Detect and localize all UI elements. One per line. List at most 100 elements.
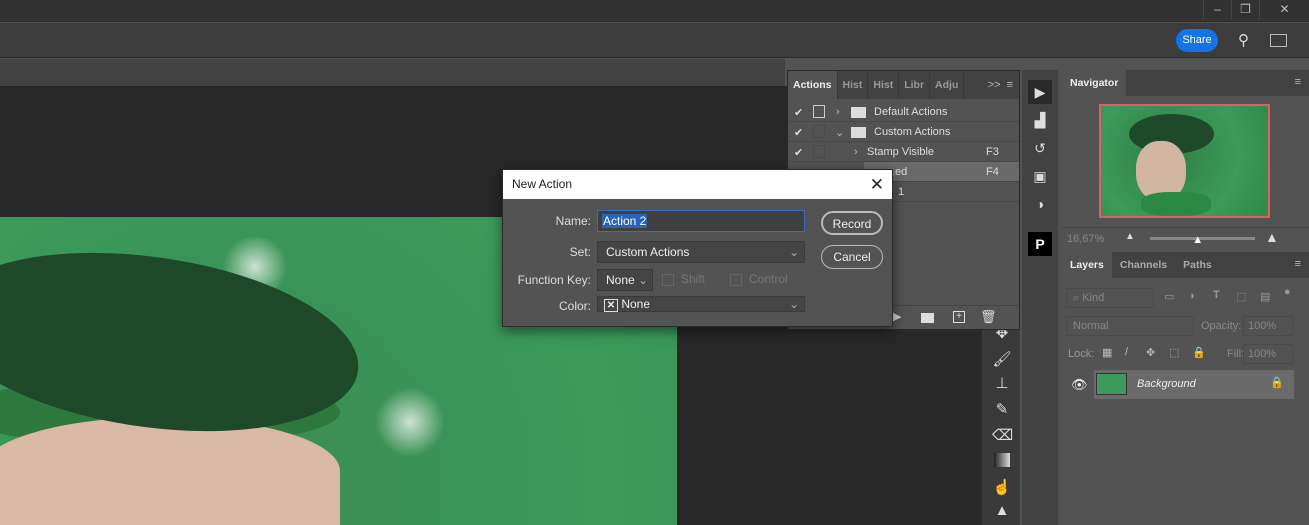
zoom-out-icon[interactable]: ▲ <box>1125 231 1135 242</box>
lock-all-icon[interactable]: 🔒 <box>1192 346 1206 359</box>
check-icon[interactable]: ✔ <box>794 126 803 139</box>
folder-icon <box>851 127 866 138</box>
tab-adjustments[interactable]: Adju <box>930 71 965 99</box>
document-tabs <box>0 59 785 86</box>
image-filter-icon[interactable]: ▭ <box>1164 290 1174 303</box>
lock-position-icon[interactable]: ✥ <box>1146 346 1155 359</box>
action-label: Default Actions <box>874 106 948 118</box>
layer-name[interactable]: Background <box>1137 378 1196 390</box>
set-label: Set: <box>569 245 591 259</box>
plugin-icon[interactable]: P <box>1028 232 1052 256</box>
tab-actions[interactable]: Actions <box>788 71 838 99</box>
play-icon[interactable]: ▶ <box>893 310 901 323</box>
folder-icon <box>851 107 866 118</box>
dialog-toggle[interactable] <box>813 145 825 158</box>
name-label: Name: <box>555 214 591 228</box>
chevron-down-icon[interactable]: ⌄ <box>835 126 844 139</box>
stamp-tool-icon[interactable]: ⊥ <box>992 374 1012 394</box>
dialog-toggle[interactable] <box>813 105 825 118</box>
fill-label: Fill: <box>1227 348 1245 360</box>
control-checkbox[interactable] <box>730 274 742 286</box>
adjustment-filter-icon[interactable]: ◑ <box>1188 290 1195 302</box>
tab-history[interactable]: Hist <box>838 71 869 99</box>
actions-play-icon[interactable]: ▶ <box>1028 80 1052 104</box>
panel-icon-strip: ▶ ▟ ↺ ▣ ◑ P <box>1022 70 1058 525</box>
history-brush-icon[interactable]: ✎ <box>992 400 1012 420</box>
record-button[interactable]: Record <box>821 211 883 235</box>
minimize-button[interactable]: – <box>1203 0 1231 20</box>
name-input[interactable]: Action 2 <box>597 210 805 232</box>
new-action-dialog: New Action ✕ Name: Action 2 Set: Custom A… <box>502 169 893 327</box>
toolbar: ✥ 🖌 ⊥ ✎ ⌫ ☝ ▲ <box>980 320 1020 525</box>
action-row[interactable]: ✔ › Stamp Visible F3 <box>788 142 1019 162</box>
zoom-in-icon[interactable]: ▲ <box>1265 229 1279 245</box>
zoom-slider-thumb[interactable]: ▲ <box>1192 234 1203 246</box>
restore-button[interactable]: ❐ <box>1231 0 1259 20</box>
histogram-icon[interactable]: ▟ <box>1028 108 1052 132</box>
zoom-level[interactable]: 16,67% <box>1067 233 1104 245</box>
tab-channels[interactable]: Channels <box>1112 252 1175 278</box>
function-key-value: None <box>606 273 635 287</box>
action-set-row[interactable]: ✔ › Default Actions <box>788 102 1019 122</box>
chevron-right-icon[interactable]: › <box>836 106 840 118</box>
title-bar: – ❐ ✕ <box>0 0 1309 22</box>
layer-filter-select[interactable]: ⌕ Kind <box>1066 288 1154 308</box>
new-action-icon[interactable]: + <box>953 311 965 323</box>
color-value: None <box>621 297 651 311</box>
name-value: Action 2 <box>602 214 648 228</box>
dialog-toggle[interactable] <box>813 125 825 138</box>
tab-history-2[interactable]: Hist <box>868 71 900 99</box>
navigator-panel: Navigator ≡ 16,67% ▲ ▲ ▲ <box>1062 70 1309 250</box>
set-select[interactable]: Custom Actions ⌄ <box>597 241 805 263</box>
tab-layers[interactable]: Layers <box>1062 252 1112 278</box>
close-icon[interactable]: ✕ <box>870 170 884 199</box>
share-button[interactable]: Share <box>1176 29 1218 52</box>
workspace-icon[interactable] <box>1270 34 1287 47</box>
shift-checkbox[interactable] <box>662 274 674 286</box>
shape-filter-icon[interactable]: ⬚ <box>1236 290 1246 303</box>
sharpen-tool-icon[interactable]: ▲ <box>992 502 1012 522</box>
panel-menu-icon[interactable]: ≡ <box>1287 252 1309 278</box>
no-color-icon: ✕ <box>604 299 618 312</box>
tab-paths[interactable]: Paths <box>1175 252 1220 278</box>
check-icon[interactable]: ✔ <box>794 146 803 159</box>
panel-menu-icon[interactable]: ≡ <box>1007 79 1019 91</box>
cancel-button[interactable]: Cancel <box>821 245 883 269</box>
action-key: F4 <box>986 166 999 178</box>
layer-row[interactable]: Background 🔒 <box>1094 370 1294 399</box>
navigator-preview[interactable] <box>1099 104 1270 218</box>
smartobject-filter-icon[interactable]: ▤ <box>1260 290 1270 303</box>
search-icon[interactable]: ⚲ <box>1238 31 1258 51</box>
visibility-eye-icon[interactable]: 👁 <box>1071 377 1088 393</box>
filter-toggle-icon[interactable]: ● <box>1284 286 1291 298</box>
panel-overflow-button[interactable]: >> <box>988 79 1007 91</box>
adjustments-icon[interactable]: ◑ <box>1028 192 1052 216</box>
color-select[interactable]: ✕ None ⌄ <box>597 296 805 312</box>
action-key: F3 <box>986 146 999 158</box>
panel-menu-icon[interactable]: ≡ <box>1287 70 1309 96</box>
function-key-select[interactable]: None ⌄ <box>597 269 653 291</box>
check-icon[interactable]: ✔ <box>794 106 803 119</box>
smudge-tool-icon[interactable]: ☝ <box>992 478 1012 498</box>
lock-transparent-icon[interactable]: ▦ <box>1102 346 1112 359</box>
action-set-row[interactable]: ✔ ⌄ Custom Actions <box>788 122 1019 142</box>
trash-icon[interactable]: 🗑 <box>980 309 997 325</box>
brush-tool-icon[interactable]: 🖌 <box>992 350 1012 370</box>
lock-artboard-icon[interactable]: ⬚ <box>1169 346 1179 359</box>
close-window-button[interactable]: ✕ <box>1259 0 1309 20</box>
type-filter-icon[interactable]: T <box>1213 289 1220 301</box>
tab-libraries[interactable]: Libr <box>899 71 931 99</box>
opacity-input[interactable]: 100% <box>1243 316 1293 336</box>
gradient-tool-icon[interactable] <box>994 453 1010 467</box>
blend-mode-select[interactable]: Normal <box>1066 316 1194 336</box>
chevron-right-icon[interactable]: › <box>854 146 858 158</box>
history-icon[interactable]: ↺ <box>1028 136 1052 160</box>
eraser-tool-icon[interactable]: ⌫ <box>992 426 1013 446</box>
new-set-folder-icon[interactable] <box>921 313 934 323</box>
options-bar: Share ⚲ <box>0 23 1309 58</box>
tab-navigator[interactable]: Navigator <box>1062 70 1127 96</box>
set-value: Custom Actions <box>606 245 690 259</box>
fill-input[interactable]: 100% <box>1243 344 1293 364</box>
libraries-icon[interactable]: ▣ <box>1028 164 1052 188</box>
lock-pixels-icon[interactable]: / <box>1125 346 1128 358</box>
